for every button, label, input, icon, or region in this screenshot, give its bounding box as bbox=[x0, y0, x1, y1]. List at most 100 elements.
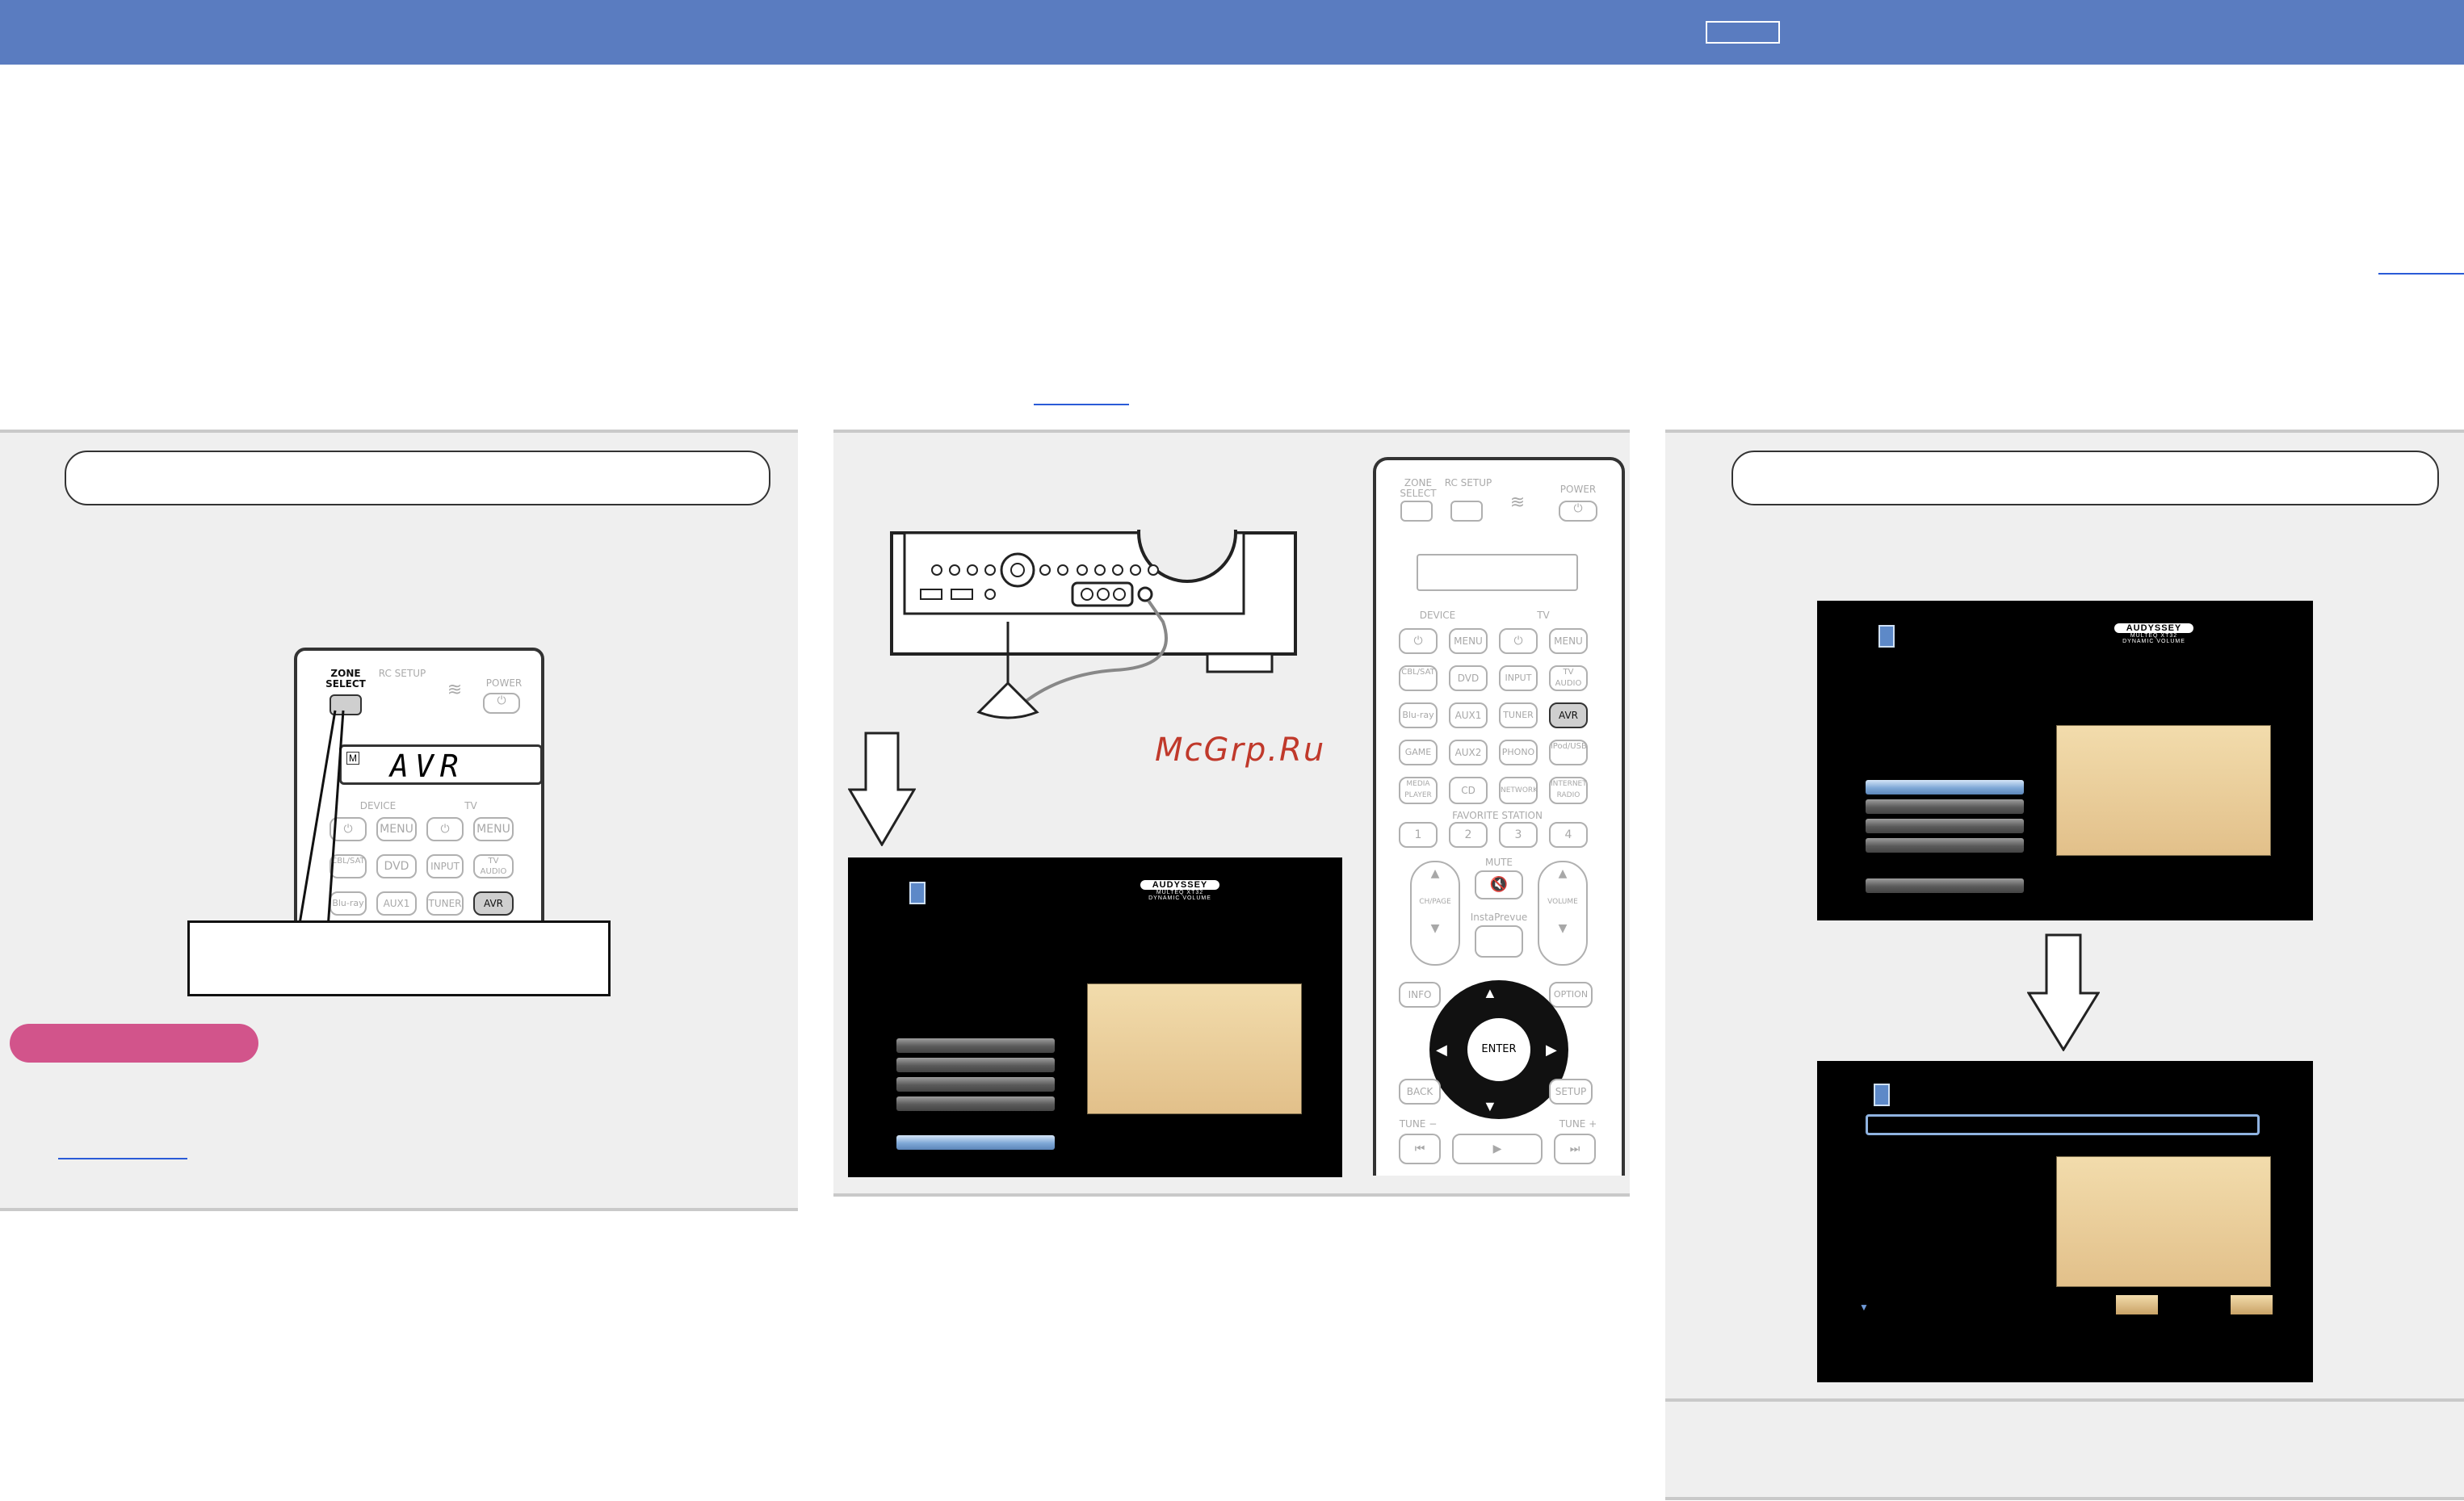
aux2-button[interactable]: AUX2 bbox=[1449, 740, 1488, 765]
tv-screen-panel-3a: AUDYSSEY MULTEQ XT32 DYNAMIC VOLUME bbox=[1817, 601, 2313, 920]
setup-button[interactable]: SETUP bbox=[1549, 1079, 1593, 1105]
device-menu-button[interactable]: MENU bbox=[1449, 628, 1488, 654]
header-tab-box[interactable] bbox=[1706, 21, 1780, 44]
audyssey-logo: AUDYSSEY MULTEQ XT32 DYNAMIC VOLUME bbox=[1140, 880, 1219, 901]
avr-button[interactable]: AVR bbox=[1549, 702, 1588, 728]
input-button[interactable]: INPUT bbox=[426, 854, 464, 878]
power-button[interactable]: ⏻ bbox=[1559, 501, 1597, 522]
favorite-station-label: FAVORITE STATION bbox=[1452, 810, 1543, 821]
internet-radio-button[interactable]: INTERNET RADIO bbox=[1549, 777, 1588, 804]
menu-item[interactable] bbox=[896, 1096, 1055, 1111]
mute-label: MUTE bbox=[1484, 857, 1513, 868]
aux1-button[interactable]: AUX1 bbox=[376, 891, 417, 916]
page-link-top-right[interactable] bbox=[2378, 273, 2464, 275]
volume-rocker[interactable]: ▲ VOLUME ▼ bbox=[1538, 861, 1588, 966]
ipod-usb-button[interactable]: iPod/USB bbox=[1549, 740, 1588, 765]
cbl-sat-button[interactable]: CBL/SAT bbox=[1399, 665, 1438, 691]
favorite-2-button[interactable]: 2 bbox=[1449, 822, 1488, 848]
watermark-text: McGrp.Ru bbox=[1155, 732, 1326, 769]
rc-setup-button[interactable] bbox=[1450, 501, 1483, 522]
ch-up-icon: ▲ bbox=[1430, 867, 1440, 880]
rc-setup-label: RC SETUP bbox=[1444, 477, 1492, 488]
tv-power-button[interactable]: ⏻ bbox=[426, 817, 464, 841]
speaker-icon bbox=[909, 882, 926, 904]
tv-label: TV bbox=[1537, 610, 1550, 621]
direction-pad[interactable]: ▲ ▼ ◀ ▶ ENTER bbox=[1429, 980, 1568, 1119]
volume-down-icon: ▼ bbox=[1558, 922, 1568, 935]
enter-button[interactable]: ENTER bbox=[1465, 1016, 1533, 1084]
callout-leader-lines bbox=[297, 710, 345, 929]
device-menu-button[interactable]: MENU bbox=[376, 817, 417, 841]
cd-button[interactable]: CD bbox=[1449, 777, 1488, 804]
instaprevue-label: InstaPrevue bbox=[1470, 912, 1528, 923]
channel-page-rocker[interactable]: ▲ CH/PAGE ▼ bbox=[1410, 861, 1460, 966]
speaker-icon bbox=[1878, 625, 1895, 648]
page-link-middle[interactable] bbox=[1034, 404, 1129, 405]
tuner-button[interactable]: TUNER bbox=[426, 891, 464, 916]
menu-item[interactable] bbox=[1866, 838, 2024, 853]
device-label: DEVICE bbox=[359, 800, 397, 811]
ch-page-label: CH/PAGE bbox=[1419, 898, 1451, 906]
scroll-down-icon[interactable]: ▼ bbox=[1859, 1302, 1869, 1313]
menu-item[interactable] bbox=[896, 1038, 1055, 1053]
game-button[interactable]: GAME bbox=[1399, 740, 1438, 765]
page-link-panel-1[interactable] bbox=[58, 1158, 187, 1159]
header-bar bbox=[0, 0, 2464, 65]
speaker-room-diagram bbox=[2056, 1156, 2271, 1287]
option-button-left[interactable] bbox=[2116, 1295, 2158, 1314]
play-button[interactable]: ▶ bbox=[1452, 1134, 1543, 1164]
back-button[interactable]: BACK bbox=[1399, 1079, 1441, 1105]
remote-lcd bbox=[1417, 554, 1578, 591]
dvd-button[interactable]: DVD bbox=[376, 854, 417, 878]
input-button[interactable]: INPUT bbox=[1499, 665, 1538, 691]
skip-back-button[interactable]: ⏮ bbox=[1399, 1134, 1441, 1164]
tv-audio-button[interactable]: TV AUDIO bbox=[1549, 665, 1588, 691]
dvd-button[interactable]: DVD bbox=[1449, 665, 1488, 691]
tv-screen-panel-2: AUDYSSEY MULTEQ XT32 DYNAMIC VOLUME bbox=[848, 857, 1342, 1177]
zone-select-label: ZONE SELECT bbox=[1400, 477, 1437, 499]
note-badge bbox=[10, 1024, 258, 1063]
right-arrow-icon: ▶ bbox=[1546, 1042, 1557, 1058]
menu-item[interactable] bbox=[1866, 819, 2024, 833]
favorite-1-button[interactable]: 1 bbox=[1399, 822, 1438, 848]
selected-text-field[interactable] bbox=[1866, 1114, 2260, 1135]
avr-button[interactable]: AVR bbox=[473, 891, 514, 916]
favorite-3-button[interactable]: 3 bbox=[1499, 822, 1538, 848]
device-power-button[interactable]: ⏻ bbox=[1399, 628, 1438, 654]
volume-up-icon: ▲ bbox=[1558, 867, 1568, 880]
audyssey-logo: AUDYSSEY MULTEQ XT32 DYNAMIC VOLUME bbox=[2114, 623, 2193, 644]
menu-item[interactable] bbox=[896, 1077, 1055, 1092]
tuner-button[interactable]: TUNER bbox=[1499, 702, 1538, 728]
network-button[interactable]: NETWORK bbox=[1499, 777, 1538, 804]
favorite-4-button[interactable]: 4 bbox=[1549, 822, 1588, 848]
menu-item[interactable] bbox=[896, 1058, 1055, 1072]
wifi-icon: ≋ bbox=[447, 680, 463, 700]
down-arrow-icon: ▼ bbox=[1483, 1098, 1497, 1114]
tv-screen-panel-3b: ▼ bbox=[1817, 1061, 2313, 1382]
tv-menu-button[interactable]: MENU bbox=[1549, 628, 1588, 654]
phono-button[interactable]: PHONO bbox=[1499, 740, 1538, 765]
menu-item[interactable] bbox=[1866, 799, 2024, 814]
aux1-button[interactable]: AUX1 bbox=[1449, 702, 1488, 728]
down-arrow-2 bbox=[2027, 933, 2100, 1051]
remote-control-large: ZONE SELECT RC SETUP ≋ POWER ⏻ DEVICE TV… bbox=[1373, 457, 1625, 1176]
option-button-right[interactable] bbox=[2231, 1295, 2273, 1314]
tv-power-button[interactable]: ⏻ bbox=[1499, 628, 1538, 654]
skip-forward-button[interactable]: ⏭ bbox=[1554, 1134, 1596, 1164]
menu-item[interactable] bbox=[1866, 878, 2024, 893]
tv-label: TV bbox=[464, 800, 477, 811]
tv-menu-button[interactable]: MENU bbox=[473, 817, 514, 841]
tv-audio-button[interactable]: TV AUDIO bbox=[473, 854, 514, 878]
power-button[interactable]: ⏻ bbox=[483, 693, 520, 714]
media-player-button[interactable]: MEDIA PLAYER bbox=[1399, 777, 1438, 804]
rc-setup-label: RC SETUP bbox=[378, 668, 426, 679]
mute-button[interactable]: 🔇 bbox=[1475, 870, 1523, 899]
info-button[interactable]: INFO bbox=[1399, 982, 1441, 1008]
menu-item-selected[interactable] bbox=[896, 1135, 1055, 1150]
zone-select-button[interactable] bbox=[1400, 501, 1433, 522]
option-button[interactable]: OPTION bbox=[1549, 982, 1593, 1008]
down-arrow-1 bbox=[848, 732, 916, 846]
bluray-button[interactable]: Blu-ray bbox=[1399, 702, 1438, 728]
instaprevue-button[interactable] bbox=[1475, 925, 1523, 958]
menu-item-selected[interactable] bbox=[1866, 780, 2024, 795]
